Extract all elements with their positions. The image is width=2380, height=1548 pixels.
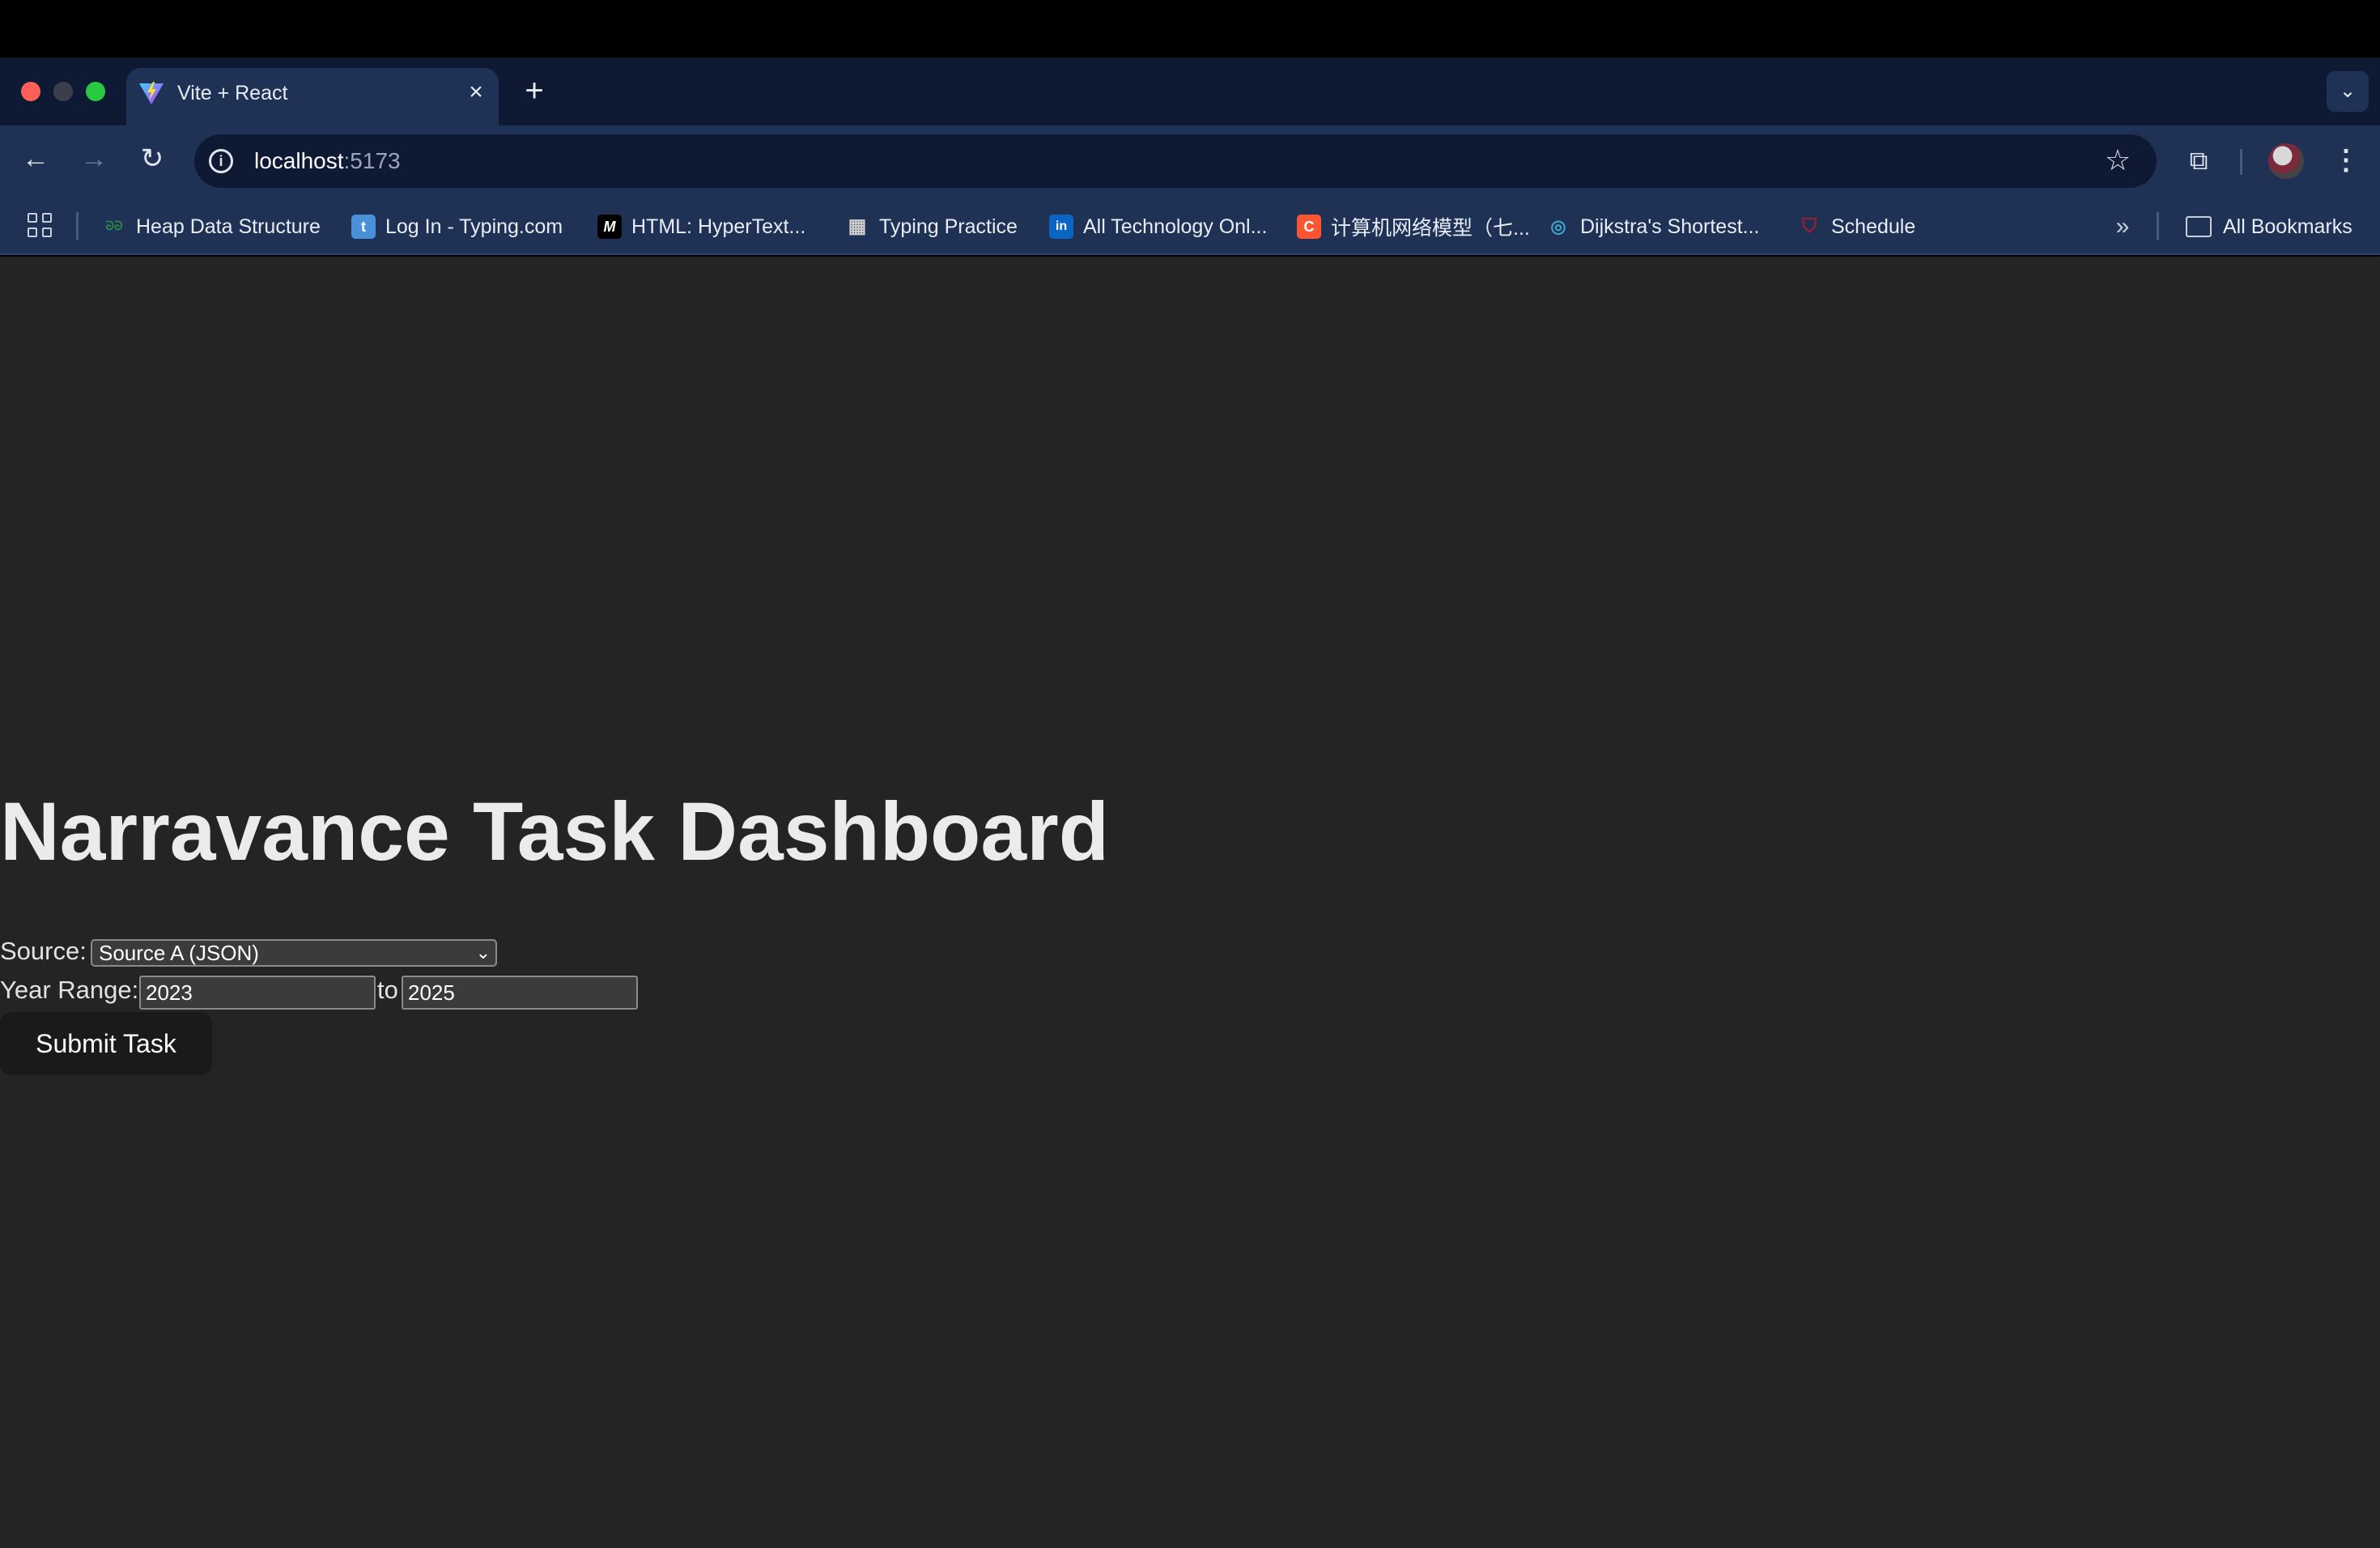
bookmarks-divider [76,212,79,240]
eye-icon: ◎ [1550,216,1566,236]
url-text[interactable]: localhost:5173 [254,146,401,176]
linkedin-icon: in [1049,215,1073,239]
apps-grid-icon[interactable] [28,213,53,239]
folder-icon [2186,216,2212,237]
vite-logo-icon [139,82,164,104]
bookmark-label: Typing Practice [879,215,1018,238]
tab-title: Vite + React [177,82,288,104]
bookmark-item[interactable]: ▦ Typing Practice [845,211,1018,243]
tab-search-chevron-icon[interactable]: ⌄ [2327,71,2369,112]
year-range-label: Year Range: [0,976,139,1004]
mdn-icon: M [597,215,622,239]
year-from-input[interactable]: 2023 [139,976,376,1010]
close-tab-icon[interactable]: × [461,78,491,107]
minimize-window-button[interactable] [53,82,73,101]
bookmark-item[interactable]: M HTML: HyperText... [597,211,805,243]
keyboard-icon: ▦ [848,215,867,237]
submit-task-button[interactable]: Submit Task [0,1012,212,1075]
bookmark-label: HTML: HyperText... [631,215,806,238]
url-port: :5173 [343,148,401,173]
zoom-window-button[interactable] [86,82,105,101]
new-tab-button[interactable]: + [518,74,550,107]
source-selected-value: Source A (JSON) [99,941,259,965]
bookmark-item[interactable]: in All Technology Onl... [1049,211,1267,243]
bookmark-item[interactable]: t Log In - Typing.com [351,211,563,243]
more-bookmarks-chevron-icon[interactable]: » [2108,212,2137,241]
bookmark-item[interactable]: ◎ Dijkstra's Shortest... [1546,211,1760,243]
bookmark-item[interactable]: ⛉ Schedule [1797,211,1915,243]
url-host: localhost [254,148,344,173]
forward-arrow-icon[interactable]: → [78,142,110,175]
geeksforgeeks-icon: ᘐᘐ [105,219,123,233]
bookmark-label: Heap Data Structure [136,215,321,238]
bookmark-label: All Technology Onl... [1083,215,1268,238]
all-bookmarks-button[interactable]: All Bookmarks [2186,211,2352,243]
bookmark-label: Dijkstra's Shortest... [1580,215,1760,238]
macos-menu-bar [0,0,2380,57]
page-title: Narravance Task Dashboard [0,785,1110,878]
source-select[interactable]: Source A (JSON) ⌄ [91,939,497,967]
site-info-icon[interactable]: i [209,149,233,173]
year-to-input[interactable]: 2025 [402,976,638,1010]
page-viewport [0,257,2380,1548]
reload-icon[interactable]: ↻ [136,142,168,175]
back-arrow-icon[interactable]: ← [19,142,52,175]
all-bookmarks-label: All Bookmarks [2223,215,2352,238]
csdn-icon: C [1297,215,1321,239]
bookmark-label: Log In - Typing.com [385,215,563,238]
chevron-down-icon: ⌄ [475,942,491,963]
bookmark-star-icon[interactable]: ☆ [2100,142,2136,178]
source-label: Source: [0,937,87,965]
year-to-label: to [377,976,398,1004]
close-window-button[interactable] [21,82,40,101]
bookmark-item[interactable]: ᘐᘐ Heap Data Structure [102,211,321,243]
typing-com-icon: t [351,215,376,239]
address-bar[interactable] [194,134,2157,188]
more-menu-icon[interactable]: ⋮ [2328,142,2364,178]
profile-avatar[interactable] [2268,143,2304,179]
bookmark-item[interactable]: C 计算机网络模型（七... [1297,211,1530,243]
toolbar-divider [2240,149,2242,175]
university-shield-icon: ⛉ [1802,215,1817,237]
bookmark-label: 计算机网络模型（七... [1331,217,1530,240]
extensions-puzzle-icon[interactable]: ⧉ [2181,142,2216,178]
bookmark-label: Schedule [1831,215,1916,238]
bookmarks-divider [2157,212,2159,240]
